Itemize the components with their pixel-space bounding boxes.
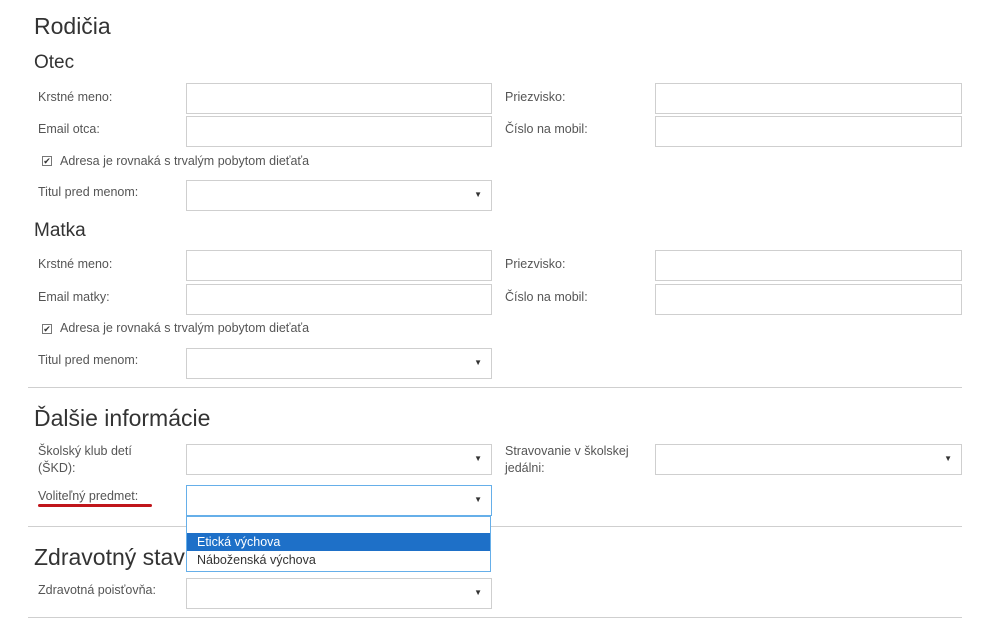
mother-same-address-label: Adresa je rovnaká s trvalým pobytom dieť… xyxy=(60,321,310,335)
father-same-address-label: Adresa je rovnaká s trvalým pobytom dieť… xyxy=(60,154,310,168)
father-surname-input[interactable] xyxy=(655,83,962,114)
health-heading: Zdravotný stav xyxy=(34,544,185,570)
school-canteen-select[interactable] xyxy=(655,444,962,475)
father-mobile-label: Číslo na mobil: xyxy=(505,122,588,136)
elective-subject-select[interactable] xyxy=(186,485,492,516)
mother-same-address-checkbox[interactable]: ✔ xyxy=(42,324,52,334)
elective-subject-label: Voliteľný predmet: xyxy=(38,489,139,503)
school-canteen-label: Stravovanie v školskej jedálni: xyxy=(505,444,629,475)
mother-title-select[interactable] xyxy=(186,348,492,379)
father-first-name-input[interactable] xyxy=(186,83,492,114)
more-info-heading: Ďalšie informácie xyxy=(34,405,211,431)
mother-surname-label: Priezvisko: xyxy=(505,257,566,271)
father-same-address-checkbox[interactable]: ✔ xyxy=(42,156,52,166)
page-section-title-parents: Rodičia xyxy=(34,13,111,39)
mother-surname-input[interactable] xyxy=(655,250,962,281)
father-first-name-label: Krstné meno: xyxy=(38,90,113,104)
dropdown-option-religion[interactable]: Náboženská výchova xyxy=(187,551,490,569)
mother-mobile-input[interactable] xyxy=(655,284,962,315)
father-title-select[interactable] xyxy=(186,180,492,211)
section-divider xyxy=(28,387,962,388)
mother-first-name-label: Krstné meno: xyxy=(38,257,113,271)
father-title-label: Titul pred menom: xyxy=(38,185,139,199)
insurance-label: Zdravotná poisťovňa: xyxy=(38,583,156,597)
school-club-select[interactable] xyxy=(186,444,492,475)
mother-heading: Matka xyxy=(34,220,86,241)
mother-mobile-label: Číslo na mobil: xyxy=(505,290,588,304)
father-surname-label: Priezvisko: xyxy=(505,90,566,104)
mother-email-input[interactable] xyxy=(186,284,492,315)
section-divider xyxy=(28,526,962,527)
dropdown-option-empty[interactable] xyxy=(187,517,490,533)
father-email-label: Email otca: xyxy=(38,122,100,136)
annotation-underline xyxy=(38,504,152,507)
mother-title-label: Titul pred menom: xyxy=(38,353,139,367)
school-club-label: Školský klub detí (ŠKD): xyxy=(38,444,132,475)
elective-subject-dropdown: Etická výchova Náboženská výchova xyxy=(186,516,491,572)
father-mobile-input[interactable] xyxy=(655,116,962,147)
mother-email-label: Email matky: xyxy=(38,290,110,304)
father-email-input[interactable] xyxy=(186,116,492,147)
insurance-select[interactable] xyxy=(186,578,492,609)
dropdown-option-ethics[interactable]: Etická výchova xyxy=(187,533,490,551)
section-divider xyxy=(28,617,962,618)
father-heading: Otec xyxy=(34,52,75,73)
mother-first-name-input[interactable] xyxy=(186,250,492,281)
